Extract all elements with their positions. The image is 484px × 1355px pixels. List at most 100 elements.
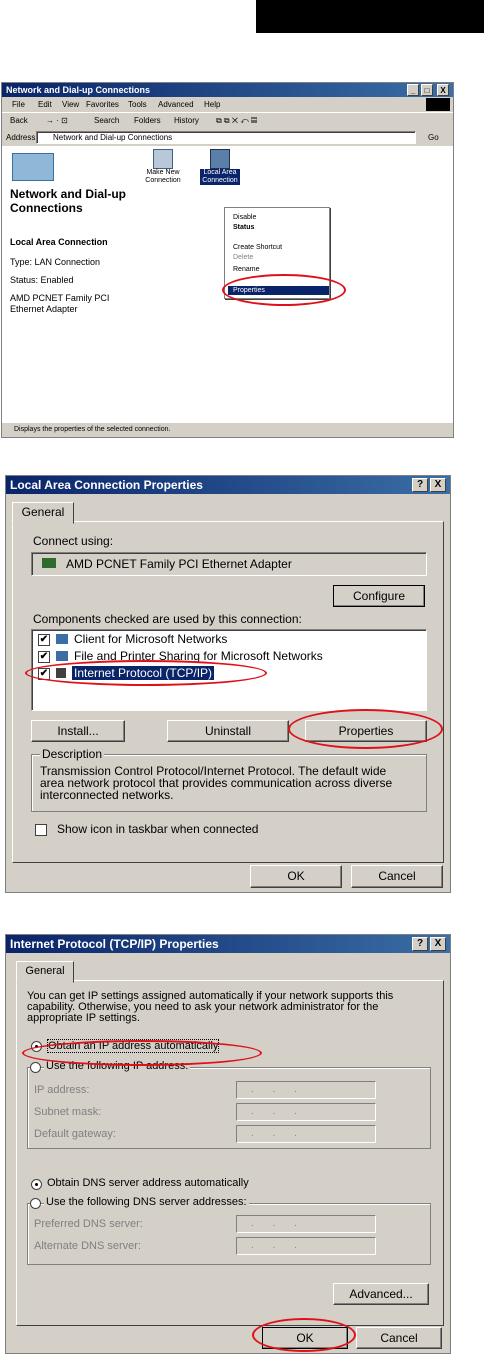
obtain-ip-radio[interactable] xyxy=(31,1041,42,1052)
description-text: Transmission Control Protocol/Internet P… xyxy=(40,764,393,802)
minimize-button[interactable]: _ xyxy=(407,84,419,96)
close-button[interactable]: X xyxy=(430,478,446,492)
advanced-button[interactable]: Advanced... xyxy=(333,1283,429,1305)
address-bar: Address Network and Dial-up Connections … xyxy=(2,129,453,146)
alternate-dns-label: Alternate DNS server: xyxy=(34,1240,141,1252)
make-connection-icon xyxy=(153,149,173,169)
tcp-title: Internet Protocol (TCP/IP) Properties xyxy=(10,937,219,951)
menu-item-delete[interactable]: Delete xyxy=(233,254,253,261)
close-button[interactable]: X xyxy=(437,84,449,96)
sidebar-connection-name: Local Area Connection xyxy=(10,237,108,247)
help-button[interactable]: ? xyxy=(412,478,428,492)
use-dns-radio[interactable] xyxy=(30,1198,41,1209)
uninstall-button[interactable]: Uninstall xyxy=(167,720,289,742)
close-button[interactable]: X xyxy=(430,937,446,951)
network-adapter-icon xyxy=(42,558,56,568)
maximize-button[interactable]: □ xyxy=(421,84,433,96)
folders-button[interactable]: Folders xyxy=(134,113,161,129)
explorer-window: Network and Dial-up Connections _ □ X Fi… xyxy=(1,82,454,438)
subnet-mask-label: Subnet mask: xyxy=(34,1106,102,1118)
use-ip-radio[interactable] xyxy=(30,1062,41,1073)
lac-properties-dialog: Local Area Connection Properties ? X Gen… xyxy=(5,475,451,893)
adapter-name: AMD PCNET Family PCI Ethernet Adapter xyxy=(66,557,292,571)
menu-item-rename[interactable]: Rename xyxy=(233,266,259,273)
help-button[interactable]: ? xyxy=(412,937,428,951)
context-menu: Disable Status Create Shortcut Delete Re… xyxy=(224,207,330,299)
address-input[interactable]: Network and Dial-up Connections xyxy=(36,131,416,144)
lac-tab-panel: Connect using: AMD PCNET Family PCI Ethe… xyxy=(12,521,444,863)
windows-logo-icon xyxy=(426,98,450,111)
client-checkbox[interactable]: ✔ xyxy=(38,634,50,646)
use-ip-label[interactable]: Use the following IP address: xyxy=(44,1060,191,1072)
components-list[interactable]: ✔ Client for Microsoft Networks ✔ File a… xyxy=(31,629,427,711)
description-group: Description Transmission Control Protoco… xyxy=(31,747,427,812)
protocol-icon xyxy=(56,668,66,678)
obtain-dns-label[interactable]: Obtain DNS server address automatically xyxy=(47,1177,249,1189)
menu-file[interactable]: File xyxy=(12,97,25,112)
local-area-connection-item[interactable]: Local Area Connection xyxy=(200,149,240,185)
default-gateway-field[interactable]: . . . xyxy=(236,1125,376,1143)
sidebar-type: Type: LAN Connection xyxy=(10,257,101,267)
obtain-ip-label[interactable]: Obtain an IP address automatically xyxy=(47,1039,220,1053)
lan-connection-icon xyxy=(210,149,230,169)
subnet-mask-field[interactable]: . . . xyxy=(236,1103,376,1121)
ok-button[interactable]: OK xyxy=(262,1327,348,1349)
menu-favorites[interactable]: Favorites xyxy=(86,97,119,112)
back-button[interactable]: Back xyxy=(10,113,28,129)
history-button[interactable]: History xyxy=(174,113,199,129)
toolbar-icons[interactable]: ⧉ ⧉ ✕ ↶ ▤ xyxy=(216,113,257,129)
network-folder-icon xyxy=(12,153,54,181)
tcpip-checkbox[interactable]: ✔ xyxy=(38,668,50,680)
connect-using-label: Connect using: xyxy=(33,534,114,548)
tcp-titlebar: Internet Protocol (TCP/IP) Properties ? … xyxy=(6,935,450,953)
menu-item-status[interactable]: Status xyxy=(233,224,254,231)
make-new-connection-item[interactable]: Make New Connection xyxy=(145,149,181,185)
status-text: Displays the properties of the selected … xyxy=(14,426,171,433)
go-button[interactable]: Go xyxy=(428,129,439,146)
local-area-connection-label: Local Area Connection xyxy=(200,169,240,185)
ip-address-label: IP address: xyxy=(34,1084,90,1096)
preferred-dns-field[interactable]: . . . xyxy=(236,1215,376,1233)
ip-address-field[interactable]: . . . xyxy=(236,1081,376,1099)
menu-item-create-shortcut[interactable]: Create Shortcut xyxy=(233,244,282,251)
show-icon-label[interactable]: Show icon in taskbar when connected xyxy=(57,822,258,836)
black-header-bar xyxy=(256,0,484,33)
menu-view[interactable]: View xyxy=(62,97,79,112)
sidebar-adapter: AMD PCNET Family PCI Ethernet Adapter xyxy=(10,293,110,314)
component-file-sharing[interactable]: File and Printer Sharing for Microsoft N… xyxy=(74,649,323,663)
sidebar-title: Network and Dial-up Connections xyxy=(10,187,127,215)
client-icon xyxy=(56,634,68,644)
configure-button[interactable]: Configure xyxy=(333,585,425,607)
sidebar: Network and Dial-up Connections Local Ar… xyxy=(4,147,142,411)
component-tcpip[interactable]: Internet Protocol (TCP/IP) xyxy=(72,666,215,680)
static-ip-group: Use the following IP address: IP address… xyxy=(27,1060,431,1149)
alternate-dns-field[interactable]: . . . xyxy=(236,1237,376,1255)
properties-button[interactable]: Properties xyxy=(305,720,427,742)
cancel-button[interactable]: Cancel xyxy=(351,865,443,888)
toolbar: Back → · ⊡ Search Folders History ⧉ ⧉ ✕ … xyxy=(2,112,453,129)
menu-item-properties[interactable]: Properties xyxy=(228,286,329,295)
components-label: Components checked are used by this conn… xyxy=(33,612,302,626)
sidebar-status: Status: Enabled xyxy=(10,275,74,285)
menu-help[interactable]: Help xyxy=(204,97,220,112)
file-sharing-checkbox[interactable]: ✔ xyxy=(38,651,50,663)
status-bar: Displays the properties of the selected … xyxy=(2,423,453,437)
menu-tools[interactable]: Tools xyxy=(128,97,147,112)
ok-button[interactable]: OK xyxy=(250,865,342,888)
tab-general[interactable]: General xyxy=(16,961,74,983)
search-button[interactable]: Search xyxy=(94,113,119,129)
menu-advanced[interactable]: Advanced xyxy=(158,97,194,112)
menu-edit[interactable]: Edit xyxy=(38,97,52,112)
preferred-dns-label: Preferred DNS server: xyxy=(34,1218,143,1230)
install-button[interactable]: Install... xyxy=(31,720,125,742)
component-client[interactable]: Client for Microsoft Networks xyxy=(74,632,227,646)
cancel-button[interactable]: Cancel xyxy=(356,1327,442,1349)
obtain-dns-radio[interactable] xyxy=(31,1179,42,1190)
menu-item-disable[interactable]: Disable xyxy=(233,214,256,221)
default-gateway-label: Default gateway: xyxy=(34,1128,116,1140)
use-dns-label[interactable]: Use the following DNS server addresses: xyxy=(44,1196,249,1208)
forward-icon[interactable]: → · ⊡ xyxy=(46,113,68,129)
tab-general[interactable]: General xyxy=(12,502,74,524)
window-title: Network and Dial-up Connections xyxy=(6,85,151,95)
show-icon-checkbox[interactable] xyxy=(35,824,47,836)
